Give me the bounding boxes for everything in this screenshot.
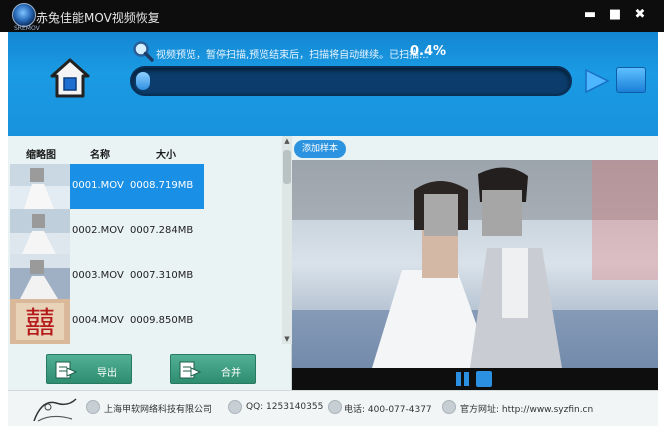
file-row[interactable]: 0003.MOV 0007.310MB	[8, 254, 280, 299]
progress-percent: 0.4%	[410, 44, 447, 59]
app-logo-icon	[12, 3, 36, 27]
file-name: 0003.MOV	[72, 270, 124, 281]
merge-icon	[179, 361, 201, 379]
app-logo-text: SREMOV	[14, 25, 40, 32]
company-logo-icon	[33, 398, 77, 422]
file-list-panel: 缩略图 名称 大小 0001.MOV 0008.719MB 0002.MOV 0…	[8, 136, 292, 390]
merge-button[interactable]: 合并	[170, 354, 256, 384]
export-label: 导出	[97, 368, 117, 379]
file-row[interactable]: 囍 0004.MOV 0009.850MB	[8, 299, 280, 344]
list-header: 缩略图 名称 大小	[8, 140, 280, 164]
play-button[interactable]	[584, 68, 610, 94]
column-size[interactable]: 大小	[156, 146, 176, 161]
file-info: 0004.MOV 0009.850MB	[70, 299, 204, 344]
preview-panel: 添加样本	[292, 136, 658, 390]
file-size: 0008.719MB	[130, 180, 194, 191]
qq-number: QQ: 1253140355	[246, 402, 324, 412]
file-row[interactable]: 0002.MOV 0007.284MB	[8, 209, 280, 254]
minimize-button[interactable]: ▬	[580, 6, 600, 24]
stop-icon[interactable]	[476, 371, 492, 387]
export-icon	[55, 361, 77, 379]
scroll-down-icon[interactable]: ▼	[283, 334, 291, 344]
stop-button[interactable]	[616, 67, 646, 93]
website-link[interactable]: 官方网址: http://www.syzfin.cn	[460, 402, 593, 415]
video-thumbnail	[10, 209, 70, 254]
home-icon	[50, 58, 90, 98]
phone-number: 电话: 400-077-4377	[344, 405, 432, 415]
file-info: 0001.MOV 0008.719MB	[70, 164, 204, 209]
list-scrollbar[interactable]: ▲ ▼	[282, 136, 292, 344]
video-preview[interactable]	[292, 160, 658, 368]
video-thumbnail: 囍	[10, 299, 70, 344]
video-controls	[292, 368, 658, 390]
file-size: 0007.310MB	[130, 270, 194, 281]
close-button[interactable]: ✖	[630, 6, 650, 24]
scan-header: 视频预览，暂停扫描,预览结束后，扫描将自动继续。已扫描... 0.4%	[8, 32, 658, 136]
scroll-thumb[interactable]	[283, 150, 291, 184]
add-sample-button[interactable]: 添加样本	[294, 140, 346, 158]
company-name: 上海甲软网络科技有限公司	[104, 405, 213, 415]
footer-bar: 上海甲软网络科技有限公司 QQ: 1253140355 电话: 400-077-…	[8, 390, 658, 426]
file-row[interactable]: 0001.MOV 0008.719MB	[8, 164, 280, 209]
progress-bar	[130, 66, 572, 96]
scan-status-text: 视频预览，暂停扫描,预览结束后，扫描将自动继续。已扫描...	[156, 50, 429, 61]
file-size: 0007.284MB	[130, 225, 194, 236]
home-button[interactable]	[48, 56, 92, 100]
file-info: 0002.MOV 0007.284MB	[70, 209, 204, 254]
merge-label: 合并	[221, 368, 241, 379]
video-frame-image	[292, 160, 658, 368]
maximize-button[interactable]: ■	[605, 6, 625, 24]
qq-icon	[228, 400, 242, 414]
video-thumbnail	[10, 254, 70, 299]
title-bar: SREMOV 赤兔佳能MOV视频恢复 ▬ ■ ✖	[0, 0, 664, 32]
file-size: 0009.850MB	[130, 315, 194, 326]
scroll-up-icon[interactable]: ▲	[283, 136, 291, 146]
file-name: 0002.MOV	[72, 225, 124, 236]
column-thumbnail[interactable]: 缩略图	[26, 146, 56, 161]
export-button[interactable]: 导出	[46, 354, 132, 384]
website-icon	[442, 400, 456, 414]
search-icon	[132, 40, 154, 62]
pause-icon[interactable]	[454, 371, 472, 387]
phone-icon	[328, 400, 342, 414]
company-icon	[86, 400, 100, 414]
window-title: 赤兔佳能MOV视频恢复	[36, 11, 160, 25]
svg-text:囍: 囍	[25, 306, 55, 341]
file-info: 0003.MOV 0007.310MB	[70, 254, 204, 299]
file-name: 0004.MOV	[72, 315, 124, 326]
video-thumbnail	[10, 164, 70, 209]
play-icon	[585, 68, 610, 94]
progress-bar-fill	[136, 72, 150, 90]
file-name: 0001.MOV	[72, 180, 124, 191]
column-name[interactable]: 名称	[90, 146, 110, 161]
